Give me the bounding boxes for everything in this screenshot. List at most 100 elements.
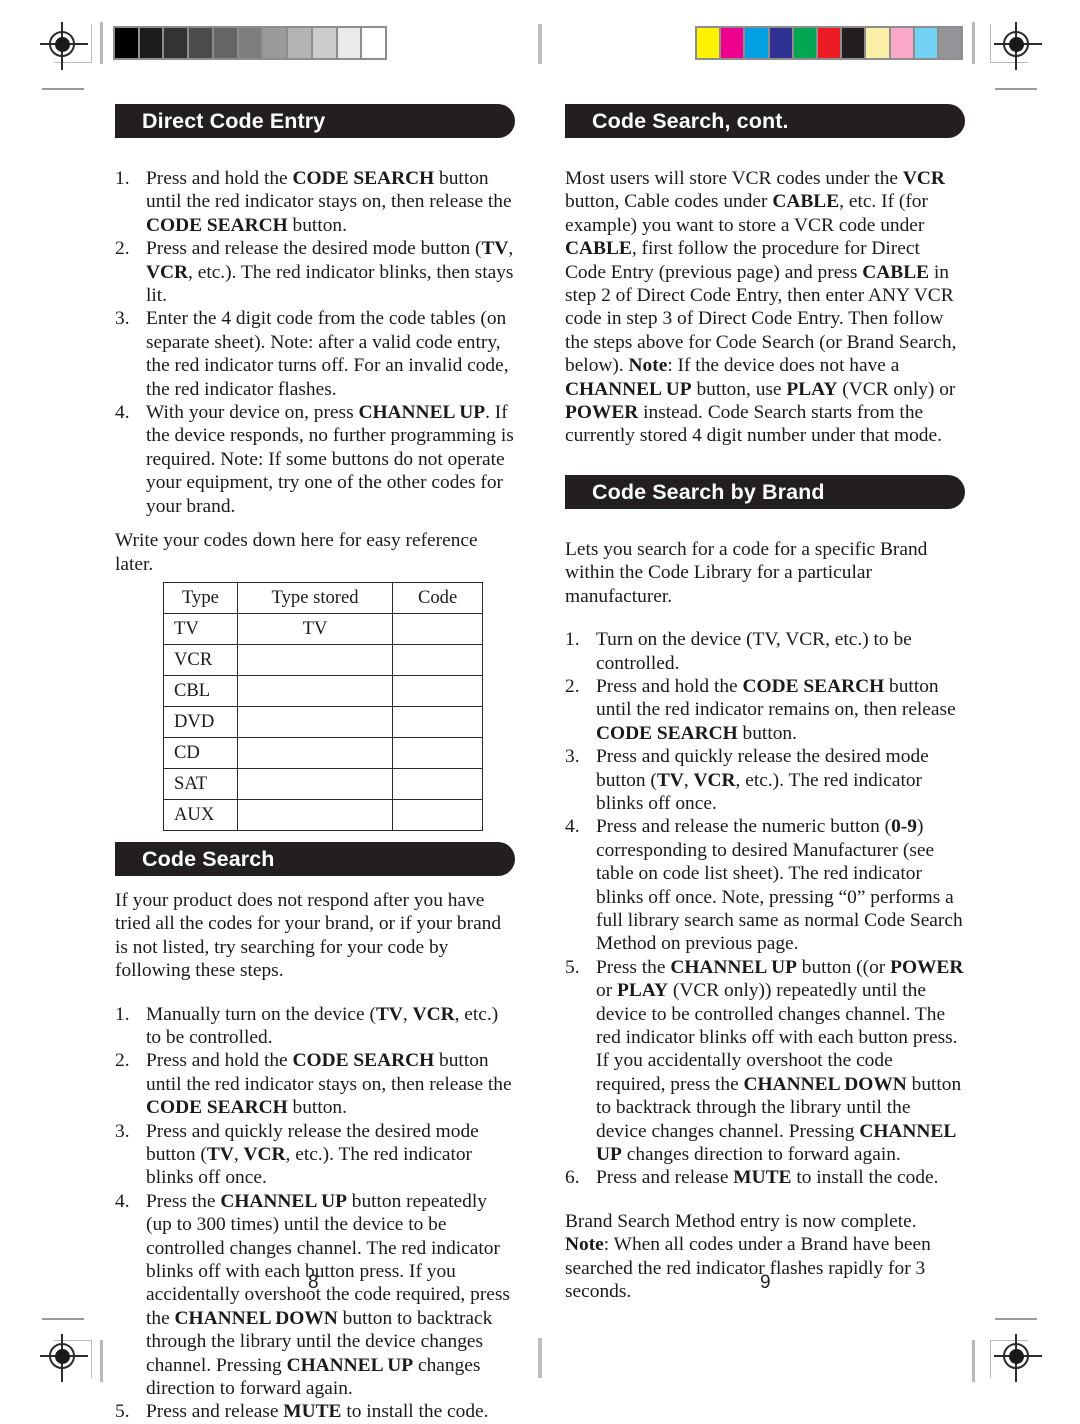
cell-type: CD — [163, 736, 238, 769]
step-item: 3. Enter the 4 digit code from the code t… — [115, 307, 515, 401]
cell-code[interactable] — [392, 767, 483, 800]
step-number: 5. — [565, 956, 580, 978]
gray-patch-4 — [213, 28, 237, 58]
registration-mark-top-left — [36, 18, 92, 74]
process-color-bar — [695, 26, 963, 60]
color-patch-10 — [938, 28, 962, 58]
gray-patch-9 — [337, 28, 361, 58]
gray-patch-5 — [238, 28, 262, 58]
step-item: 4. Press the CHANNEL UP button repeatedly… — [115, 1190, 515, 1401]
step-item: 4. Press and release the numeric button (… — [565, 815, 965, 955]
cell-type-stored[interactable] — [236, 643, 394, 676]
step-item: 1. Manually turn on the device (TV, VCR, … — [115, 1003, 515, 1050]
registration-mark-bottom-right — [990, 1330, 1046, 1386]
table-header-row: Type Type stored Code — [163, 581, 483, 614]
gray-patch-3 — [189, 28, 212, 58]
step-number: 2. — [115, 238, 130, 260]
step-item: 6. Press and release MUTE to install the … — [565, 1166, 965, 1189]
body-text: Press and release the desired mode butto… — [146, 238, 482, 260]
cell-code[interactable] — [392, 798, 483, 831]
emphasis-text: CODE SEARCH — [292, 1050, 435, 1072]
color-patch-3 — [769, 28, 792, 58]
body-text: button, use — [691, 378, 787, 400]
color-patch-6 — [842, 28, 865, 58]
cell-type: CBL — [163, 674, 238, 707]
emphasis-text: TV — [481, 238, 509, 260]
color-patch-0 — [697, 28, 720, 58]
emphasis-text: VCR — [412, 1003, 455, 1025]
emphasis-text: CHANNEL UP — [220, 1190, 347, 1212]
body-text: With your device on, press — [146, 402, 359, 424]
cell-type-stored[interactable] — [236, 736, 394, 769]
steps-code-search: 1. Manually turn on the device (TV, VCR, … — [115, 1003, 515, 1424]
emphasis-text: MUTE — [733, 1167, 792, 1189]
body-text: Manually turn on the device ( — [146, 1003, 376, 1025]
page-left: Direct Code Entry 1. Press and hold the C… — [115, 104, 515, 1424]
body-text: button. — [287, 1097, 347, 1119]
step-text: Turn on the device (TV, VCR, etc.) to be… — [596, 629, 912, 673]
cell-code[interactable] — [392, 612, 483, 645]
section-header-code-search-by-brand: Code Search by Brand — [565, 474, 965, 509]
gray-patch-10 — [362, 28, 386, 58]
code-search-by-brand-intro: Lets you search for a code for a specifi… — [565, 538, 928, 607]
code-search-cont-body: Most users will store VCR codes under th… — [565, 167, 965, 448]
step-number: 2. — [115, 1050, 130, 1072]
column-header-cell-type-stored: Type stored — [236, 581, 394, 614]
step-item: 1. Turn on the device (TV, VCR, etc.) to … — [565, 628, 965, 675]
cell-type-stored[interactable] — [236, 674, 394, 707]
emphasis-text: TV — [656, 769, 684, 791]
step-number: 1. — [115, 1003, 130, 1025]
step-text: Press and hold the CODE SEARCH button un… — [596, 676, 956, 744]
cell-code[interactable] — [392, 736, 483, 769]
gray-patch-8 — [312, 28, 336, 58]
emphasis-text: Note — [565, 1234, 604, 1256]
step-item: 3. Press and quickly release the desired … — [565, 745, 965, 815]
step-number: 4. — [115, 1190, 130, 1212]
gray-patch-7 — [288, 28, 311, 58]
body-text: , — [402, 1003, 413, 1025]
grayscale-step-wedge — [113, 26, 387, 60]
step-number: 4. — [115, 402, 130, 424]
step-text: Enter the 4 digit code from the code tab… — [146, 308, 509, 399]
step-number: 4. — [565, 816, 580, 838]
cell-type-stored[interactable]: TV — [236, 612, 394, 645]
emphasis-text: 0-9 — [891, 816, 917, 838]
step-text: With your device on, press CHANNEL UP. I… — [146, 402, 514, 517]
section-header-code-search-cont: Code Search, cont. — [565, 104, 965, 138]
cell-code[interactable] — [392, 643, 483, 676]
cell-type-stored[interactable] — [236, 767, 394, 800]
cell-type-stored[interactable] — [236, 705, 394, 738]
body-text: Brand Search Method entry is now complet… — [565, 1210, 917, 1232]
cell-type: VCR — [163, 643, 238, 676]
cell-code[interactable] — [392, 674, 483, 707]
body-text: , — [508, 238, 514, 260]
step-text: Press and release MUTE to install the co… — [596, 1167, 939, 1188]
body-text: Press the — [596, 956, 671, 978]
body-text: Press and hold the — [596, 675, 743, 697]
emphasis-text: CHANNEL UP — [670, 956, 797, 978]
body-text: Press the — [146, 1190, 221, 1212]
emphasis-text: TV — [206, 1143, 234, 1165]
step-number: 3. — [565, 746, 580, 768]
body-text: Press and release the numeric button ( — [596, 816, 892, 838]
body-text: Turn on the device (TV, VCR, etc.) to be… — [596, 629, 912, 674]
center-fold-tick-bottom — [538, 1338, 542, 1378]
step-text: Press and release MUTE to install the co… — [146, 1401, 489, 1422]
cell-type-stored[interactable] — [236, 798, 394, 831]
body-text: Press and release — [596, 1167, 734, 1189]
body-text: Press and release — [146, 1401, 284, 1423]
step-text: Press and quickly release the desired mo… — [146, 1121, 479, 1189]
center-fold-tick-top — [538, 24, 542, 64]
body-text: Most users will store VCR codes under th… — [565, 168, 903, 189]
table-row: DVD — [163, 705, 483, 738]
table-row: TV TV — [163, 612, 483, 645]
step-item: 2. Press and hold the CODE SEARCH button … — [115, 1049, 515, 1119]
page-right: Code Search, cont. Most users will store… — [565, 104, 965, 1303]
cell-type: SAT — [163, 767, 238, 800]
emphasis-text: POWER — [565, 402, 639, 424]
emphasis-text: CABLE — [565, 238, 632, 260]
cell-code[interactable] — [392, 705, 483, 738]
step-item: 1. Press and hold the CODE SEARCH button … — [115, 167, 515, 237]
code-table-intro: Write your codes down here for easy refe… — [115, 530, 478, 575]
emphasis-text: CHANNEL DOWN — [743, 1073, 907, 1095]
